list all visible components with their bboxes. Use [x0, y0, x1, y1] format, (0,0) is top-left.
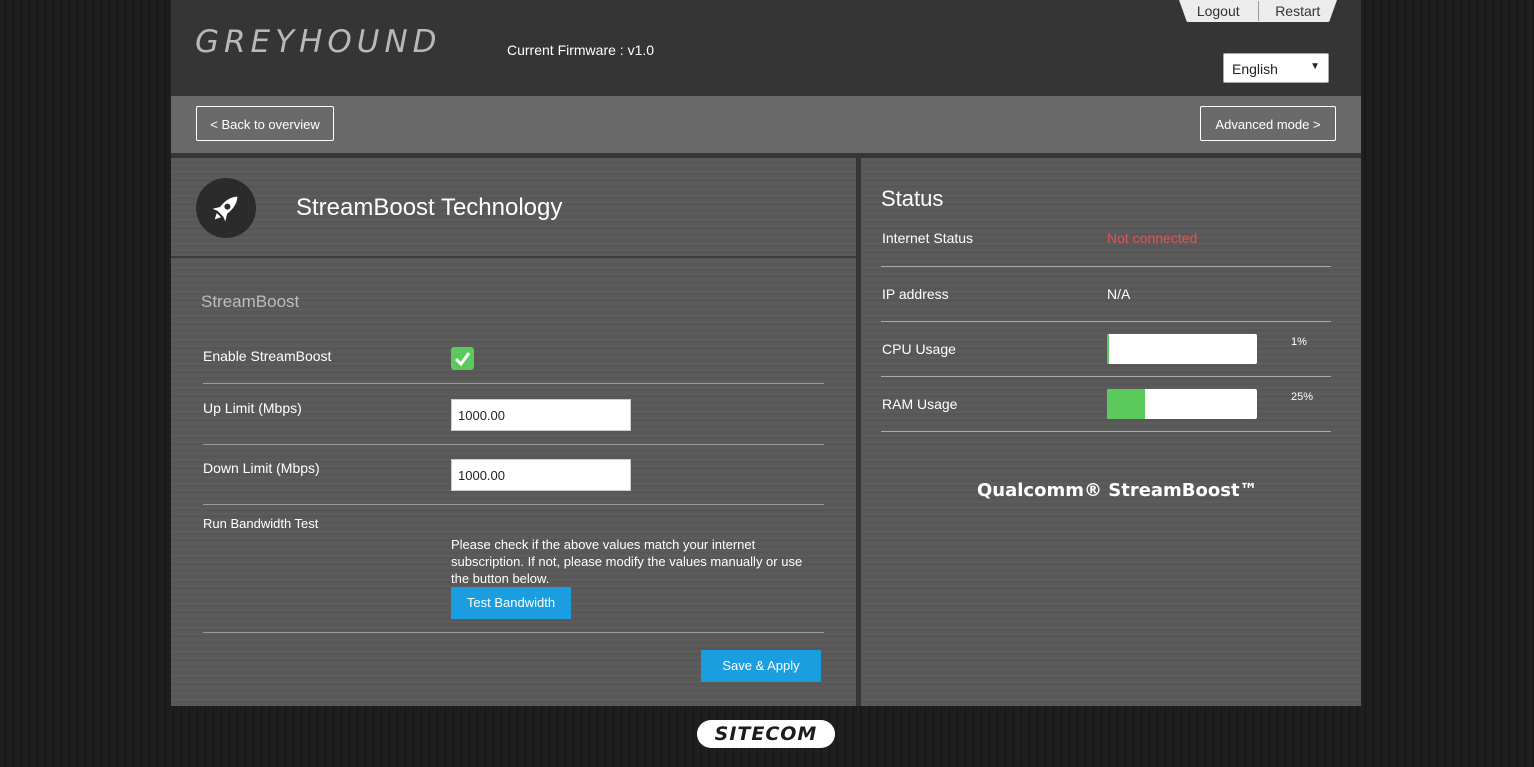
cpu-usage-bar: [1107, 334, 1257, 364]
firmware-version: Current Firmware : v1.0: [507, 42, 655, 58]
main-frame: GREYHOUND Current Firmware : v1.0 Logout…: [171, 0, 1361, 706]
cpu-usage-percent: 1%: [1291, 336, 1307, 348]
divider: [881, 376, 1331, 377]
panel-title: StreamBoost Technology: [296, 194, 563, 221]
divider: [203, 383, 824, 384]
advanced-mode-button[interactable]: Advanced mode >: [1200, 106, 1336, 141]
logout-button[interactable]: Logout: [1179, 3, 1258, 19]
bandwidth-test-hint: Please check if the above values match y…: [451, 537, 803, 586]
cpu-usage-label: CPU Usage: [882, 341, 956, 357]
internet-status-label: Internet Status: [882, 230, 974, 246]
divider: [881, 321, 1331, 322]
save-apply-button[interactable]: Save & Apply: [701, 650, 821, 682]
ip-address-value: N/A: [1107, 286, 1131, 302]
streamboost-panel: StreamBoost Technology StreamBoost Enabl…: [171, 158, 856, 706]
divider: [881, 266, 1331, 267]
divider: [203, 632, 824, 633]
ram-usage-bar: [1107, 389, 1257, 419]
checkmark-icon: [454, 352, 471, 367]
panel-header: StreamBoost Technology: [171, 158, 856, 258]
enable-streamboost-checkbox[interactable]: [451, 347, 474, 370]
status-title: Status: [881, 186, 944, 211]
greyhound-logo: GREYHOUND: [195, 24, 442, 60]
language-value: English: [1232, 61, 1278, 77]
ip-address-label: IP address: [882, 286, 949, 302]
session-buttons: Logout Restart: [1179, 0, 1337, 22]
test-bandwidth-button[interactable]: Test Bandwidth: [451, 587, 571, 619]
rocket-icon: [196, 178, 256, 238]
divider: [881, 431, 1331, 432]
down-limit-input[interactable]: [451, 459, 631, 491]
section-label: StreamBoost: [201, 292, 300, 311]
ram-usage-fill: [1107, 389, 1145, 419]
sitecom-logo: SITECOM: [697, 720, 835, 748]
bandwidth-test-label: Run Bandwidth Test: [203, 516, 319, 531]
cpu-usage-fill: [1107, 334, 1109, 364]
header: GREYHOUND Current Firmware : v1.0 Logout…: [171, 0, 1361, 96]
up-limit-input[interactable]: [451, 399, 631, 431]
divider: [203, 504, 824, 505]
nav-bar: < Back to overview Advanced mode >: [171, 96, 1361, 153]
internet-status-value: Not connected: [1107, 230, 1198, 246]
restart-button[interactable]: Restart: [1259, 3, 1338, 19]
down-limit-label: Down Limit (Mbps): [203, 460, 320, 476]
up-limit-label: Up Limit (Mbps): [203, 400, 302, 416]
dropdown-arrow-icon: ▼: [1310, 61, 1320, 72]
language-select[interactable]: English ▼: [1223, 53, 1329, 83]
enable-label: Enable StreamBoost: [203, 348, 332, 364]
status-panel: Status Internet Status Not connected IP …: [861, 158, 1361, 706]
ram-usage-label: RAM Usage: [882, 396, 958, 412]
qualcomm-streamboost-logo: Qualcomm® StreamBoost™: [977, 480, 1258, 501]
divider: [203, 444, 824, 445]
back-to-overview-button[interactable]: < Back to overview: [196, 106, 334, 141]
ram-usage-percent: 25%: [1291, 391, 1314, 403]
